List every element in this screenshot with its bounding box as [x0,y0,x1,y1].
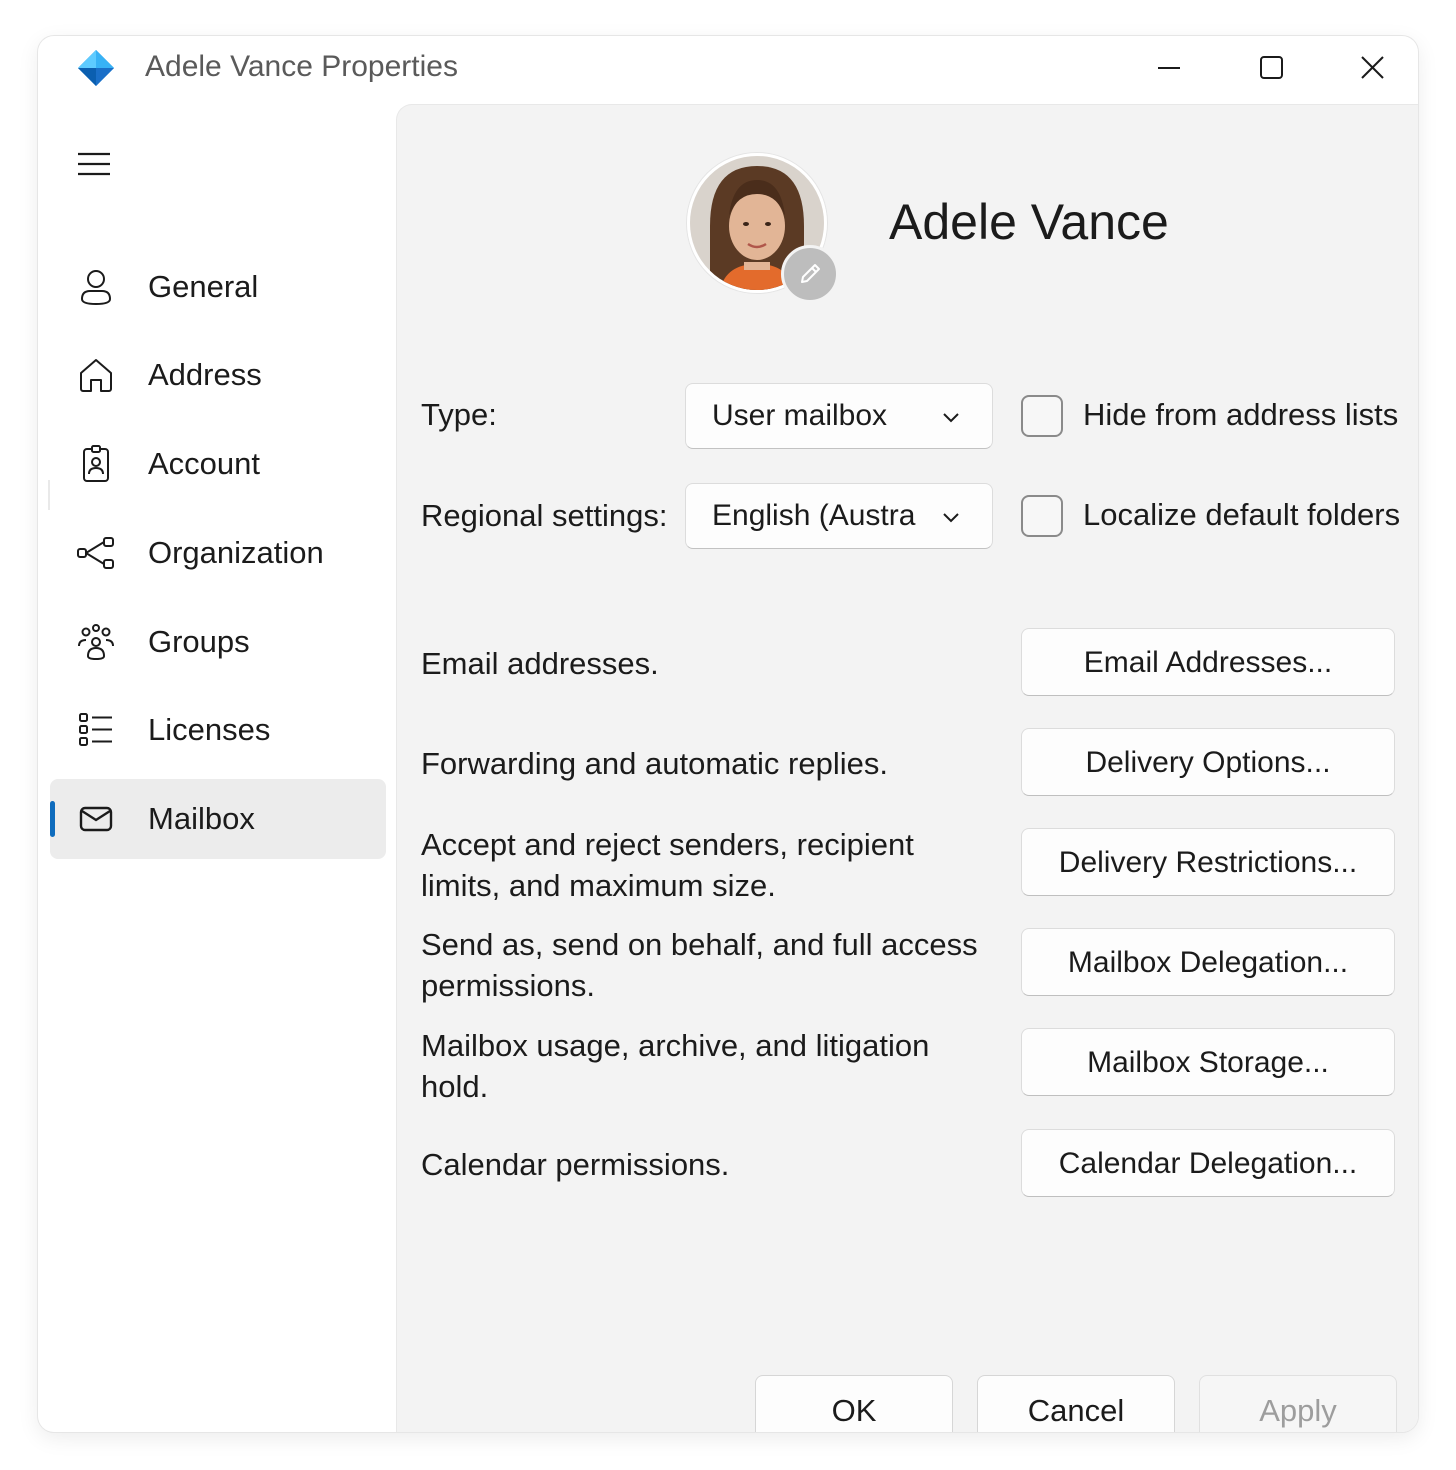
chevron-down-icon [943,413,959,423]
sidebar-nav: General Address Account Organization Gro… [38,104,396,1432]
sidebar-item-groups[interactable]: Groups [50,602,386,682]
sidebar-item-address[interactable]: Address [50,335,386,415]
hide-from-address-lists-checkbox[interactable] [1021,395,1063,437]
sidebar-item-label: General [148,269,259,304]
people-group-icon [78,624,114,661]
mailbox-storage-button[interactable]: Mailbox Storage... [1021,1028,1395,1096]
sidebar-item-account[interactable]: Account [50,424,386,504]
app-logo-icon [78,50,114,86]
chevron-down-icon [943,513,959,523]
mailbox-delegation-description: Send as, send on behalf, and full access… [421,927,978,1003]
home-icon [80,359,112,392]
sidebar-item-licenses[interactable]: Licenses [50,690,386,770]
mailbox-delegation-button[interactable]: Mailbox Delegation... [1021,928,1395,996]
person-icon [80,270,112,306]
email-addresses-description: Email addresses. [421,646,659,681]
delivery-options-button[interactable]: Delivery Options... [1021,728,1395,796]
hamburger-icon [78,152,110,176]
org-chart-icon [77,537,114,569]
regional-settings-value: English (Austra [712,499,916,532]
type-dropdown[interactable]: User mailbox [685,383,993,449]
maximize-icon [1260,56,1283,79]
id-badge-icon [83,445,109,482]
properties-dialog: Adele Vance Properties General Address A… [38,36,1418,1432]
active-indicator [50,801,55,837]
display-name: Adele Vance [889,194,1169,250]
pencil-icon [801,264,820,283]
window-title: Adele Vance Properties [145,50,458,83]
hide-from-address-lists-label[interactable]: Hide from address lists [1083,397,1398,433]
sidebar-item-organization[interactable]: Organization [50,513,386,593]
apply-button[interactable]: Apply [1199,1375,1397,1432]
calendar-delegation-description: Calendar permissions. [421,1147,730,1182]
sidebar-item-label: Mailbox [148,801,255,836]
localize-default-folders-checkbox[interactable] [1021,495,1063,537]
regional-settings-label: Regional settings: [421,498,668,533]
title-bar: Adele Vance Properties [38,36,1418,104]
list-icon [79,713,112,746]
profile-photo-area [687,153,839,303]
sidebar-item-label: Address [148,357,262,392]
delivery-restrictions-button[interactable]: Delivery Restrictions... [1021,828,1395,896]
mailbox-panel: Adele Vance Type: User mailbox Hide from… [396,104,1418,1432]
sidebar-item-mailbox[interactable]: Mailbox [50,779,386,859]
sidebar-item-label: Licenses [148,712,271,747]
email-addresses-button[interactable]: Email Addresses... [1021,628,1395,696]
regional-settings-dropdown[interactable]: English (Austra [685,483,993,549]
delivery-restrictions-description: Accept and reject senders, recipient lim… [421,827,914,903]
close-button[interactable] [1350,46,1394,90]
mail-icon [79,806,113,832]
delivery-options-description: Forwarding and automatic replies. [421,746,888,781]
sidebar-item-label: Account [148,446,261,481]
ok-button[interactable]: OK [755,1375,953,1432]
localize-default-folders-label[interactable]: Localize default folders [1083,497,1400,533]
edit-photo-button[interactable] [781,245,839,303]
sidebar-item-label: Groups [148,624,250,659]
close-icon [1361,56,1384,79]
sidebar-item-label: Organization [148,535,324,570]
type-label: Type: [421,397,497,432]
type-value: User mailbox [712,399,888,432]
maximize-button[interactable] [1250,46,1294,90]
cancel-button[interactable]: Cancel [977,1375,1175,1432]
mailbox-storage-description: Mailbox usage, archive, and litigation h… [421,1028,930,1104]
minimize-icon [1158,67,1180,69]
minimize-button[interactable] [1146,46,1190,90]
sidebar-item-general[interactable]: General [50,247,386,327]
menu-toggle-button[interactable] [70,142,118,186]
calendar-delegation-button[interactable]: Calendar Delegation... [1021,1129,1395,1197]
